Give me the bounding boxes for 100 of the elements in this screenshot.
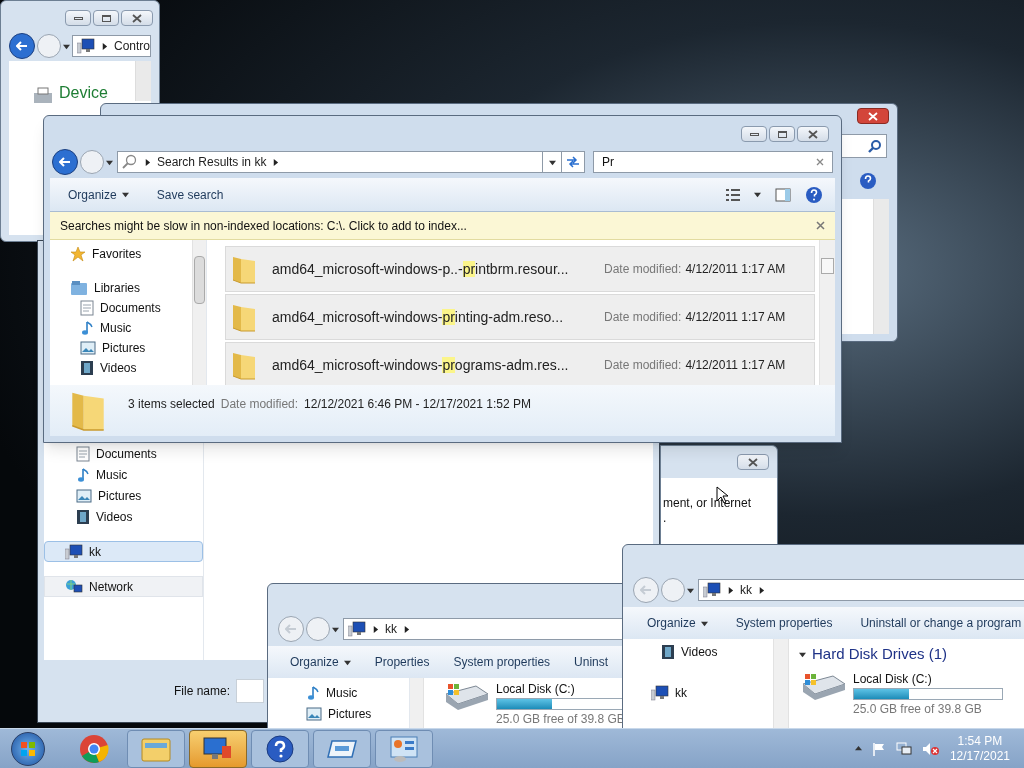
result-row[interactable]: amd64_microsoft-windows-p..-printbrm.resour... Date modified: 4/12/2011 1:17 AM (225, 246, 815, 292)
selection-count: 3 items selected (128, 396, 215, 413)
nav-item[interactable]: Videos (661, 641, 773, 662)
close-icon (808, 129, 818, 139)
result-row[interactable]: amd64_microsoft-windows-printing-adm.reso... Date modified: 4/12/2011 1:17 AM (225, 294, 815, 340)
nav-item[interactable]: Pictures (44, 485, 203, 506)
history-caret-icon (687, 586, 694, 594)
windows-logo-icon (20, 740, 36, 757)
refresh-button[interactable] (561, 151, 585, 173)
back-arrow-icon (59, 157, 71, 167)
caret-icon (754, 191, 761, 198)
nav-item[interactable]: Music (44, 464, 203, 485)
address-bar[interactable]: Search Results in kk (117, 151, 543, 173)
toolbar-button[interactable]: System properties (727, 614, 841, 632)
clear-icon[interactable] (816, 158, 824, 166)
nav-item[interactable]: Documents (50, 298, 192, 318)
toolbar-button[interactable]: System properties (445, 653, 559, 671)
breadcrumb[interactable]: Contro (114, 37, 150, 55)
dialog-text: ment, or Internet (663, 496, 753, 511)
document-icon (80, 300, 94, 316)
nav-item[interactable]: Music (306, 682, 410, 703)
preview-pane-icon[interactable] (775, 187, 791, 202)
taskbar-button[interactable] (375, 729, 433, 768)
toolbar-button[interactable]: Organize (60, 185, 137, 204)
file-name-field[interactable] (236, 679, 265, 703)
nav-item[interactable]: Documents (44, 443, 203, 464)
muted-speaker-icon[interactable] (921, 741, 940, 756)
nav-item[interactable]: Network (44, 576, 203, 597)
scrollbar[interactable] (135, 61, 151, 101)
caret-icon (548, 158, 556, 166)
address-dropdown-button[interactable] (543, 151, 561, 173)
toolbar-button[interactable]: Properties (366, 653, 438, 671)
breadcrumb[interactable]: kk (385, 620, 397, 638)
maximize-button[interactable] (769, 126, 795, 142)
address-bar[interactable]: kk (698, 579, 1024, 601)
taskbar-button[interactable] (313, 729, 371, 768)
drive-name: Local Disk (C:) (853, 670, 933, 688)
caret-icon (700, 619, 708, 627)
nav-item[interactable]: Favorites (50, 244, 192, 264)
nav-item[interactable]: Pictures (50, 338, 192, 358)
computer-icon (77, 38, 95, 54)
nav-item[interactable]: Videos (50, 358, 192, 378)
close-button[interactable] (121, 10, 153, 26)
address-bar[interactable]: Contro (72, 35, 151, 57)
library-icon (70, 280, 88, 296)
minimize-button[interactable] (741, 126, 767, 142)
free-space-text: 25.0 GB free of 39.8 GB (853, 700, 983, 718)
close-button[interactable] (797, 126, 829, 142)
result-row[interactable]: amd64_microsoft-windows-programs-adm.res... Date modified: 4/12/2011 1:17 AM (225, 342, 815, 385)
nav-item[interactable]: Pictures (306, 703, 410, 724)
toolbar-button[interactable]: Uninst (566, 653, 617, 671)
toolbar-button[interactable]: Save search (148, 185, 232, 204)
taskbar-button[interactable] (251, 729, 309, 768)
back-button[interactable] (52, 149, 78, 175)
group-heading[interactable]: Hard Disk Drives (1) (812, 643, 947, 666)
close-button[interactable] (857, 108, 889, 124)
minimize-button[interactable] (65, 10, 91, 26)
history-caret-icon (63, 42, 70, 50)
film-icon (80, 360, 94, 376)
scrollbar[interactable] (873, 199, 889, 334)
search-field[interactable]: Pr (593, 151, 833, 173)
breadcrumb[interactable]: Search Results in kk (157, 153, 267, 171)
nav-item[interactable]: Music (50, 318, 192, 338)
close-button[interactable] (737, 454, 769, 470)
computer-icon (348, 621, 366, 637)
maximize-button[interactable] (93, 10, 119, 26)
help-icon[interactable] (805, 185, 823, 204)
collapse-arrow-icon (799, 650, 806, 658)
scrollbar[interactable] (192, 240, 206, 385)
nav-item[interactable]: Videos (44, 506, 203, 527)
scrollbar[interactable] (819, 240, 835, 385)
breadcrumb-arrow-icon (758, 586, 765, 594)
info-bar[interactable]: Searches might be slow in non-indexed locations: C:\. Click to add to index... (50, 212, 835, 240)
toolbar-button[interactable]: Organize (282, 653, 359, 671)
date-range: 12/12/2021 6:46 PM - 12/17/2021 1:52 PM (304, 396, 531, 413)
computer-icon (651, 684, 669, 701)
music-note-icon (306, 684, 320, 701)
field-label: File name: (174, 683, 231, 700)
taskbar-button[interactable] (189, 729, 247, 768)
view-options-icon[interactable] (726, 187, 740, 202)
star-icon (70, 246, 86, 262)
search-icon (122, 154, 138, 170)
network-icon[interactable] (895, 741, 912, 756)
nav-item[interactable]: kk (651, 682, 773, 703)
toolbar-button[interactable]: Organize (639, 614, 716, 632)
nav-item[interactable]: Libraries (50, 278, 192, 298)
close-icon (132, 13, 142, 23)
start-button[interactable] (11, 731, 45, 766)
nav-item[interactable]: kk (44, 541, 203, 562)
breadcrumb[interactable]: kk (740, 581, 752, 599)
search-icon (868, 139, 882, 153)
close-icon[interactable] (816, 221, 825, 230)
flag-icon[interactable] (871, 741, 886, 756)
history-caret-icon (332, 625, 339, 633)
breadcrumb-arrow-icon (272, 158, 280, 166)
date-label: Date modified: (220, 396, 299, 413)
toolbar-button[interactable]: Uninstall or change a program (852, 614, 1024, 632)
file-name: amd64_microsoft-windows-programs-adm.res... (272, 355, 570, 375)
back-button[interactable] (9, 33, 35, 59)
help-icon[interactable] (859, 172, 877, 190)
